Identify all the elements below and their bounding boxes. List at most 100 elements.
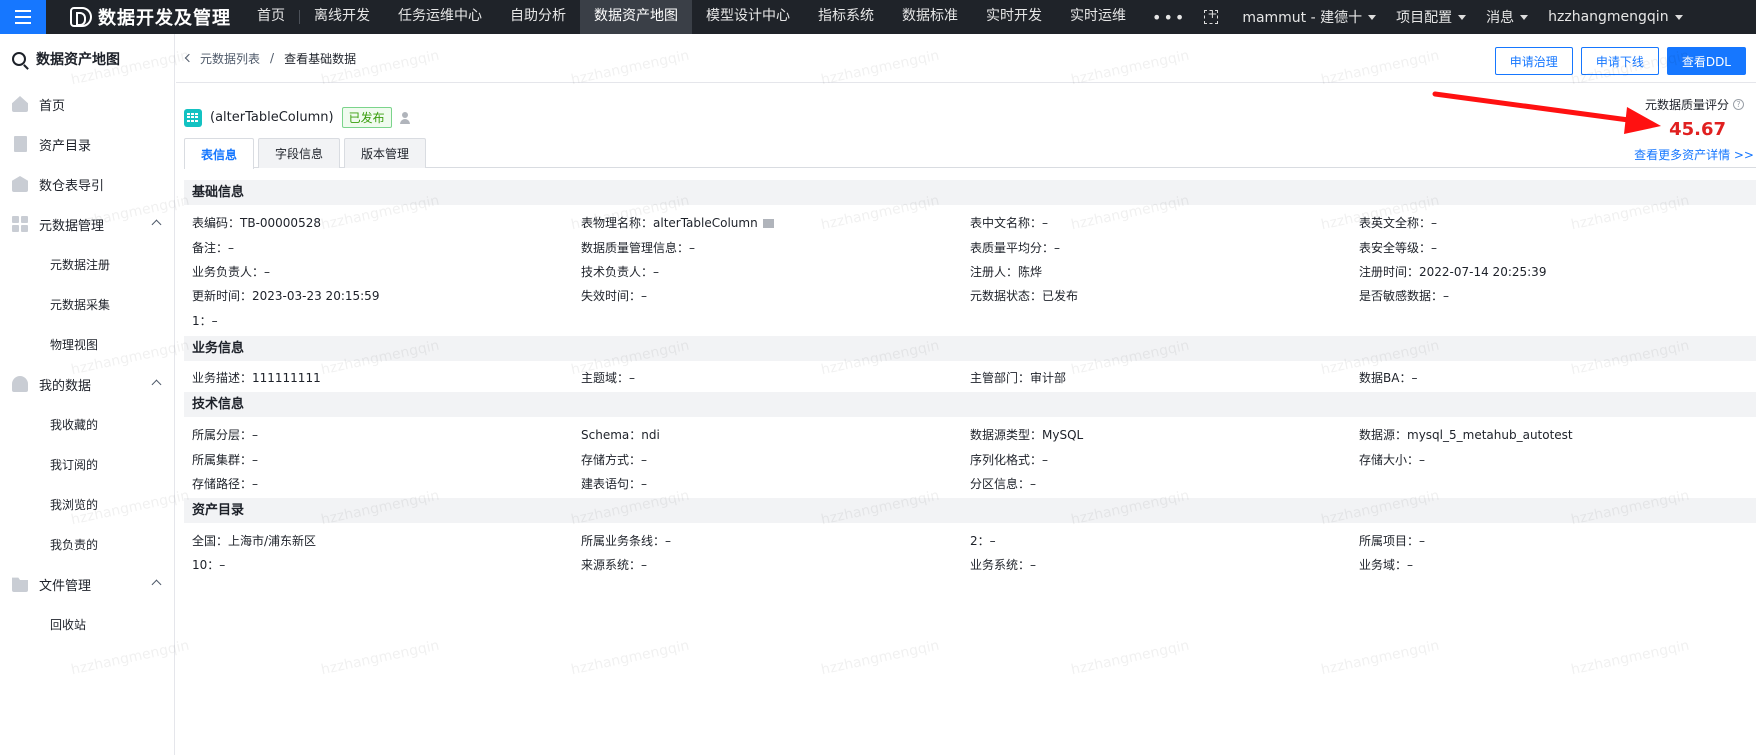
apply-offline-button[interactable]: 申请下线 <box>1580 47 1659 75</box>
field-datasource: 数据源：mysql_5_metahub_autotest <box>1359 428 1573 442</box>
info-row: 存储路径：– 建表语句：– 分区信息：– <box>192 475 1748 495</box>
field-physical-name: 表物理名称：alterTableColumn <box>581 214 970 234</box>
main-nav: 首页 离线开发 任务运维中心 自助分析 数据资产地图 模型设计中心 指标系统 数… <box>243 0 1198 34</box>
nav-item-model-design[interactable]: 模型设计中心 <box>692 0 804 34</box>
sidebar-item-home[interactable]: 首页 <box>0 84 174 124</box>
field-table-code: 表编码：TB-00000528 <box>192 216 321 230</box>
sidebar-item-label: 数仓表导引 <box>39 178 105 194</box>
apply-govern-button[interactable]: 申请治理 <box>1494 47 1573 75</box>
more-asset-details-link[interactable]: 查看更多资产详情 >> <box>1634 146 1754 163</box>
brand-logo-icon <box>70 7 92 27</box>
section-asset-catalog-title: 资产目录 <box>184 498 1756 523</box>
field-business-line: 所属业务条线：– <box>581 534 672 548</box>
sidebar: 数据资产地图 首页 资产目录 数仓表导引 元数据管理 元数据注册 元数据采集 物… <box>0 34 175 755</box>
field-register-time: 注册时间：2022-07-14 20:25:39 <box>1359 265 1547 279</box>
sidebar-item-label: 首页 <box>39 98 66 114</box>
field-update-time: 更新时间：2023-03-23 20:15:59 <box>192 289 380 303</box>
field-expire-time: 失效时间：– <box>581 289 648 303</box>
project-config-menu[interactable]: 项目配置 <box>1386 7 1476 27</box>
field-registrant: 注册人：陈烨 <box>970 265 1043 279</box>
chevron-down-icon <box>1458 14 1467 20</box>
table-icon <box>184 108 202 127</box>
nav-item-data-asset-map[interactable]: 数据资产地图 <box>580 0 692 34</box>
chevron-down-icon <box>1368 14 1377 20</box>
sidebar-item-my-subscribed[interactable]: 我订阅的 <box>0 444 174 484</box>
quality-score-label: 元数据质量评分? <box>1645 96 1744 113</box>
nav-item-realtime-dev[interactable]: 实时开发 <box>972 0 1056 34</box>
field-quality-mgmt: 数据质量管理信息：– <box>581 241 696 255</box>
info-row: 业务描述：111111111 主题域：– 主管部门：审计部 数据BA：– <box>192 369 1748 389</box>
field-en-name: 表英文全称：– <box>1359 216 1438 230</box>
project-label: mammut - 建德十 <box>1242 10 1363 26</box>
info-row: 更新时间：2023-03-23 20:15:59 失效时间：– 元数据状态：已发… <box>192 287 1748 307</box>
user-icon <box>12 376 28 392</box>
nav-item-self-analysis[interactable]: 自助分析 <box>496 0 580 34</box>
breadcrumb-back-link[interactable]: 元数据列表 <box>184 50 260 67</box>
field-remark: 备注：– <box>192 241 235 255</box>
project-selector[interactable]: mammut - 建德十 <box>1232 7 1386 27</box>
sidebar-item-catalog[interactable]: 资产目录 <box>0 124 174 164</box>
warehouse-icon <box>12 176 28 192</box>
field-datasource-type: 数据源类型：MySQL <box>970 428 1084 442</box>
fullscreen-icon[interactable] <box>1204 7 1219 24</box>
field-project: 所属项目：– <box>1359 534 1426 548</box>
sidebar-item-my-browsed[interactable]: 我浏览的 <box>0 484 174 524</box>
chevron-up-icon <box>151 579 162 590</box>
status-badge: 已发布 <box>341 107 392 128</box>
field-physical-name-text: 表物理名称：alterTableColumn <box>581 216 758 230</box>
breadcrumb-separator: / <box>270 51 275 65</box>
sidebar-item-meta-mgmt[interactable]: 元数据管理 <box>0 204 174 244</box>
user-icon[interactable] <box>399 111 410 124</box>
quality-score-value: 45.67 <box>1669 119 1726 140</box>
sidebar-item-meta-register[interactable]: 元数据注册 <box>0 244 174 284</box>
table-icon[interactable] <box>762 219 774 228</box>
breadcrumb-current: 查看基础数据 <box>284 51 357 66</box>
sidebar-item-my-data[interactable]: 我的数据 <box>0 364 174 404</box>
nav-item-data-standard[interactable]: 数据标准 <box>888 0 972 34</box>
tab-table-info[interactable]: 表信息 <box>184 138 255 169</box>
sidebar-item-file-mgmt[interactable]: 文件管理 <box>0 564 174 604</box>
messages-menu[interactable]: 消息 <box>1476 7 1538 27</box>
document-icon <box>14 136 27 152</box>
sidebar-item-physical-view[interactable]: 物理视图 <box>0 324 174 364</box>
sidebar-item-meta-collect[interactable]: 元数据采集 <box>0 284 174 324</box>
more-icon[interactable]: ••• <box>1140 8 1198 27</box>
nav-item-realtime-ops[interactable]: 实时运维 <box>1056 0 1140 34</box>
field-security-level: 表安全等级：– <box>1359 241 1438 255</box>
brand-title: 数据开发及管理 <box>98 8 231 29</box>
nav-item-home[interactable]: 首页 <box>243 0 299 34</box>
field-cn-name: 表中文名称：– <box>970 216 1049 230</box>
sidebar-item-dw-guide[interactable]: 数仓表导引 <box>0 164 174 204</box>
header-actions: 申请治理 申请下线 查看DDL <box>1487 47 1746 75</box>
user-menu[interactable]: hzzhangmengqin <box>1538 9 1692 25</box>
field-business-system: 业务系统：– <box>970 558 1037 572</box>
tab-version-mgmt[interactable]: 版本管理 <box>344 138 427 168</box>
nav-item-offline-dev[interactable]: 离线开发 <box>300 0 384 34</box>
nav-item-ops-center[interactable]: 任务运维中心 <box>384 0 496 34</box>
sidebar-title: 数据资产地图 <box>0 34 174 84</box>
field-tech-owner: 技术负责人：– <box>581 265 660 279</box>
sidebar-item-recycle[interactable]: 回收站 <box>0 604 174 644</box>
view-ddl-button[interactable]: 查看DDL <box>1666 47 1746 75</box>
tab-field-info[interactable]: 字段信息 <box>258 138 341 168</box>
section-business-info-title: 业务信息 <box>184 336 1756 361</box>
top-right-controls: mammut - 建德十 项目配置 消息 hzzhangmengqin <box>1198 0 1692 34</box>
field-layer: 所属分层：– <box>192 428 259 442</box>
nav-item-metrics[interactable]: 指标系统 <box>804 0 888 34</box>
sidebar-item-my-owned[interactable]: 我负责的 <box>0 524 174 564</box>
field-business-desc: 业务描述：111111111 <box>192 371 321 385</box>
info-row: 全国：上海市/浦东新区 所属业务条线：– 2：– 所属项目：– <box>192 532 1748 552</box>
detail-tabs: 表信息 字段信息 版本管理 <box>184 138 1756 169</box>
field-quality-avg: 表质量平均分：– <box>970 241 1061 255</box>
info-row: 业务负责人：– 技术负责人：– 注册人：陈烨 注册时间：2022-07-14 2… <box>192 263 1748 283</box>
menu-icon[interactable] <box>0 0 46 34</box>
chevron-down-icon <box>1674 14 1683 20</box>
field-custom-1: 1：– <box>192 314 218 328</box>
red-arrow-annotation <box>1432 91 1661 134</box>
table-header: (alterTableColumn) 已发布 <box>184 107 410 128</box>
grid-icon <box>12 216 28 232</box>
brand[interactable]: 数据开发及管理 <box>70 4 231 30</box>
sidebar-item-label: 元数据管理 <box>39 218 105 234</box>
sidebar-item-my-favorites[interactable]: 我收藏的 <box>0 404 174 444</box>
help-icon[interactable]: ? <box>1733 99 1744 110</box>
